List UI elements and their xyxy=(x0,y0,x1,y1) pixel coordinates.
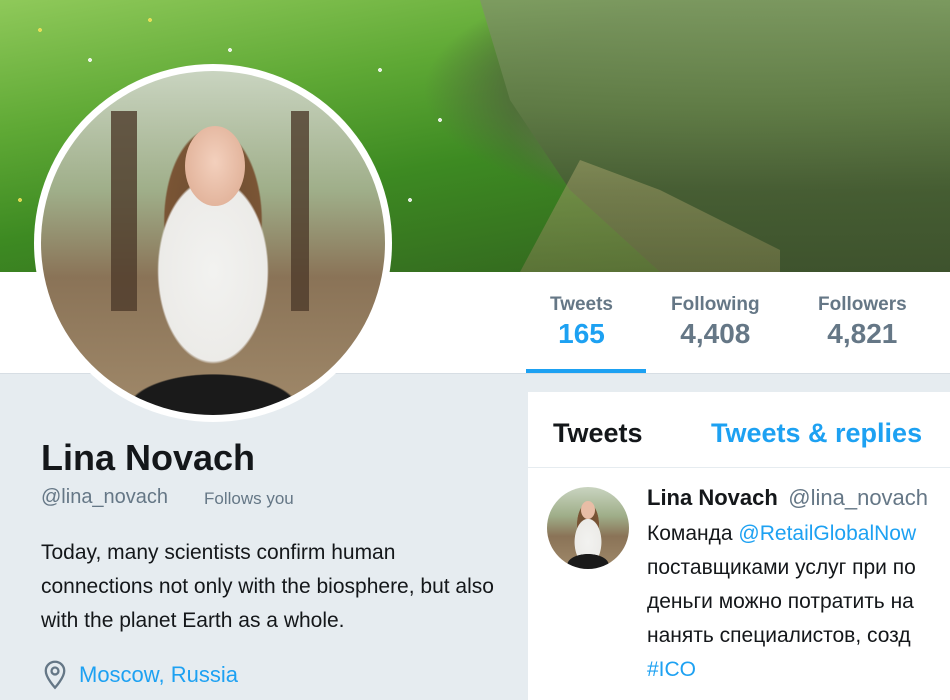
profile-page: Tweets 165 Following 4,408 Followers 4,8… xyxy=(0,0,950,700)
stat-following[interactable]: Following 4,408 xyxy=(671,294,760,350)
tweet-line-1: Команда @RetailGlobalNow xyxy=(647,517,950,551)
map-pin-icon xyxy=(44,660,66,690)
stat-tweets-value: 165 xyxy=(558,318,605,349)
tweet-line-2: поставщиками услуг при по xyxy=(647,556,916,579)
timeline-card: Tweets Tweets & replies Lina Novach @lin… xyxy=(528,392,950,700)
tweet-text: Команда @RetailGlobalNow поставщиками ус… xyxy=(647,517,950,687)
tweet-line-1-text: Команда xyxy=(647,522,739,545)
tweet-line-4: нанять специалистов, созд xyxy=(647,624,911,647)
stat-followers[interactable]: Followers 4,821 xyxy=(818,294,907,350)
stat-tweets[interactable]: Tweets 165 xyxy=(550,294,613,350)
avatar-photo xyxy=(41,71,385,415)
tab-tweets[interactable]: Tweets xyxy=(553,418,643,449)
profile-handle[interactable]: @lina_novach xyxy=(41,486,168,509)
stat-followers-label: Followers xyxy=(818,294,907,315)
timeline-tabs: Tweets Tweets & replies xyxy=(528,392,950,468)
location-link[interactable]: Moscow, Russia xyxy=(79,662,238,688)
tweet-author-handle[interactable]: @lina_novach xyxy=(788,485,928,510)
profile-location: Moscow, Russia xyxy=(41,660,238,690)
follows-you-badge: Follows you xyxy=(204,489,294,508)
tweet-avatar[interactable] xyxy=(547,487,629,569)
tweet-line-3: деньги можно потратить на xyxy=(647,590,914,613)
profile-name[interactable]: Lina Novach xyxy=(41,437,255,479)
profile-bio: Today, many scientists confirm human con… xyxy=(41,541,494,632)
profile-avatar[interactable] xyxy=(34,64,392,422)
stat-following-value: 4,408 xyxy=(680,318,751,349)
tab-tweets-replies[interactable]: Tweets & replies xyxy=(711,418,922,449)
stat-tweets-label: Tweets xyxy=(550,294,614,315)
active-stat-underline xyxy=(526,369,646,373)
tweet-mention-link[interactable]: @RetailGlobalNow xyxy=(738,522,916,545)
tweet-hashtag-link[interactable]: #ICO xyxy=(647,653,950,687)
tweet-header: Lina Novach @lina_novach xyxy=(647,485,928,511)
stat-followers-value: 4,821 xyxy=(827,318,898,349)
tweet-author-name[interactable]: Lina Novach xyxy=(647,485,778,510)
stat-following-label: Following xyxy=(671,294,760,315)
tweet-item[interactable]: Lina Novach @lina_novach Команда @Retail… xyxy=(528,469,950,700)
